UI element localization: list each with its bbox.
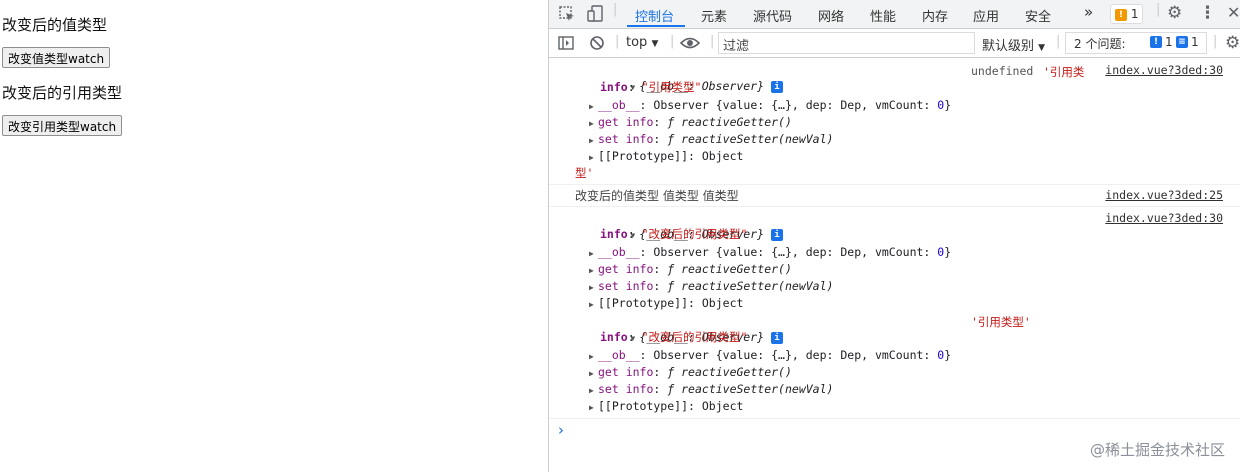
inspect-element-icon[interactable] [559, 6, 575, 22]
watermark: @稀土掘金技术社区 [1089, 441, 1225, 459]
tab-elements[interactable]: 元素 [701, 6, 727, 25]
function-glyph: ƒ [667, 115, 675, 129]
setter-key: set info [598, 132, 654, 146]
log-undefined: undefined [971, 64, 1034, 78]
log-level-label: 默认级别 [982, 39, 1035, 54]
info-value: "改变后的引用类型" [641, 227, 748, 241]
tab-performance[interactable]: 性能 [870, 6, 896, 25]
function-glyph: ƒ [667, 382, 675, 396]
filter-placeholder: 过滤 [723, 39, 750, 54]
console-entry[interactable]: ▼ {__ob__: Observer} i undefined '引用类 ind… [549, 58, 1240, 182]
issue-info-icon: ≡ [1176, 36, 1188, 48]
vm-count: 0 [937, 98, 945, 112]
context-label: top [626, 35, 648, 50]
prototype-value: Object [701, 149, 744, 163]
console-output: ▼ {__ob__: Observer} i undefined '引用类 ind… [549, 58, 1240, 472]
function-glyph: ƒ [667, 365, 675, 379]
sidebar-toggle-icon[interactable] [558, 36, 574, 50]
setter-value: reactiveSetter(newVal) [681, 279, 834, 293]
more-tabs-button[interactable]: » [1084, 3, 1093, 21]
log-level-select[interactable]: 默认级别 ▼ [982, 35, 1045, 54]
issues-button[interactable]: 2 个问题: ! 1 ≡ 1 [1065, 32, 1207, 54]
log-string-wrap: 型' [575, 166, 594, 180]
console-settings-icon[interactable]: ⚙ [1225, 33, 1240, 53]
prompt-chevron-icon: › [558, 421, 564, 439]
issue-warning-count: 1 [1165, 35, 1173, 49]
warning-count: 1 [1130, 7, 1139, 21]
getter-key: get info [598, 262, 654, 276]
page-content: 改变后的值类型 改变值类型watch 改变后的引用类型 改变引用类型watch [0, 0, 548, 472]
devtools-panel: | 控制台 元素 源代码 网络 性能 内存 应用 安全 » ! 1 | ⚙ ⋮ … [548, 0, 1240, 472]
devtools-tabbar: | 控制台 元素 源代码 网络 性能 内存 应用 安全 » ! 1 | ⚙ ⋮ … [549, 0, 1240, 29]
source-link[interactable]: index.vue?3ded:30 [1105, 63, 1223, 77]
info-value: "改变后的引用类型" [641, 330, 748, 344]
function-glyph: ƒ [667, 279, 675, 293]
issue-info-count: 1 [1191, 35, 1199, 49]
device-toggle-icon[interactable] [587, 5, 603, 23]
source-link[interactable]: index.vue?3ded:30 [1105, 211, 1223, 225]
prototype-key: [[Prototype]] [598, 149, 689, 163]
tab-memory[interactable]: 内存 [922, 6, 948, 25]
log-message: 改变后的值类型 值类型 值类型 [575, 189, 739, 203]
prototype-key: [[Prototype]] [598, 296, 689, 310]
issues-label: 2 个问题: [1074, 37, 1126, 51]
info-key: info [600, 227, 628, 241]
vm-count: 0 [937, 245, 945, 259]
log-string: '引用类 [1043, 65, 1085, 79]
console-entry[interactable]: ▼ {__ob__: Observer} i '引用类型' info: "改变后的… [549, 312, 1240, 416]
getter-value: reactiveGetter() [681, 262, 792, 276]
settings-gear-icon[interactable]: ⚙ [1167, 3, 1182, 23]
more-options-icon[interactable]: ⋮ [1199, 3, 1216, 23]
info-value: "引用类型" [641, 80, 702, 94]
warnings-counter[interactable]: ! 1 [1110, 4, 1144, 24]
prototype-key: [[Prototype]] [598, 399, 689, 413]
clear-console-icon[interactable] [589, 35, 605, 51]
setter-value: reactiveSetter(newVal) [681, 132, 834, 146]
warning-icon: ! [1115, 8, 1127, 21]
console-toolbar: | top ▼ | | 过滤 默认级别 ▼ | 2 个问题: ! 1 ≡ 1 |… [549, 29, 1240, 58]
ob-value: Observer {value: {…}, dep: Dep, vmCount: [653, 98, 938, 112]
ob-value: Observer {value: {…}, dep: Dep, vmCount: [653, 245, 938, 259]
tab-sources[interactable]: 源代码 [753, 6, 792, 25]
vm-count: 0 [937, 348, 945, 362]
getter-value: reactiveGetter() [681, 365, 792, 379]
close-devtools-icon[interactable]: ✕ [1227, 3, 1240, 22]
value-type-heading: 改变后的值类型 [2, 16, 108, 34]
dropdown-arrow-icon: ▼ [1038, 43, 1046, 53]
info-key: info [600, 330, 628, 344]
console-entry[interactable]: 改变后的值类型 值类型 值类型 index.vue?3ded:25 [549, 184, 1240, 205]
prototype-value: Object [701, 399, 744, 413]
context-selector[interactable]: top ▼ [626, 35, 658, 50]
console-entry[interactable]: ▼ {__ob__: Observer} i index.vue?3ded:30 … [549, 206, 1240, 311]
getter-key: get info [598, 365, 654, 379]
active-tab-indicator [627, 25, 685, 27]
info-key: info [600, 80, 628, 94]
ob-key: __ob__ [598, 348, 640, 362]
change-ref-watch-button[interactable]: 改变引用类型watch [2, 115, 123, 136]
ob-key: __ob__ [598, 245, 640, 259]
filter-input[interactable]: 过滤 [718, 32, 975, 54]
prototype-value: Object [701, 296, 744, 310]
eye-icon[interactable] [680, 36, 700, 50]
setter-key: set info [598, 382, 654, 396]
ref-type-heading: 改变后的引用类型 [2, 84, 123, 102]
getter-value: reactiveGetter() [681, 115, 792, 129]
function-glyph: ƒ [667, 262, 675, 276]
tab-console[interactable]: 控制台 [635, 6, 674, 25]
getter-key: get info [598, 115, 654, 129]
change-value-watch-button[interactable]: 改变值类型watch [2, 47, 111, 68]
dropdown-arrow-icon: ▼ [651, 39, 659, 49]
tab-application[interactable]: 应用 [973, 6, 999, 25]
ob-key: __ob__ [598, 98, 640, 112]
function-glyph: ƒ [667, 132, 675, 146]
tab-network[interactable]: 网络 [818, 6, 844, 25]
issue-warning-icon: ! [1150, 36, 1162, 48]
setter-key: set info [598, 279, 654, 293]
log-string: '引用类型' [971, 315, 1031, 329]
tab-security[interactable]: 安全 [1025, 6, 1051, 25]
source-link[interactable]: index.vue?3ded:25 [1105, 188, 1223, 202]
ob-value: Observer {value: {…}, dep: Dep, vmCount: [653, 348, 938, 362]
setter-value: reactiveSetter(newVal) [681, 382, 834, 396]
